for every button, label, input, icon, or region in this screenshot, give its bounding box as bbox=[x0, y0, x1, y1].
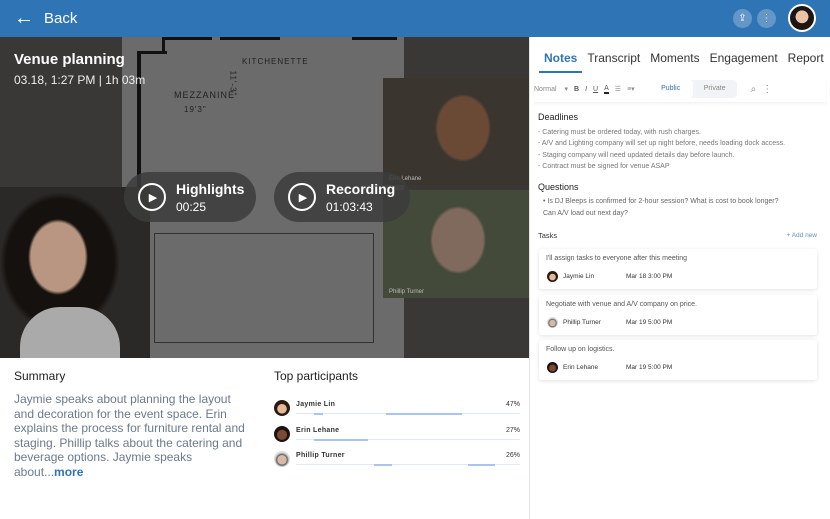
tab-engagement[interactable]: Engagement bbox=[705, 37, 783, 73]
play-icon: ▶ bbox=[288, 183, 316, 211]
play-icon: ▶ bbox=[138, 183, 166, 211]
user-avatar[interactable] bbox=[788, 4, 816, 32]
avatar bbox=[274, 400, 290, 416]
note-line: - Staging company will need updated deta… bbox=[538, 151, 735, 159]
search-icon[interactable]: ⌕ bbox=[751, 84, 757, 95]
add-task-button[interactable]: + Add new bbox=[786, 232, 817, 239]
more-vertical-icon[interactable]: ⋮ bbox=[757, 9, 776, 28]
tab-transcript[interactable]: Transcript bbox=[582, 37, 645, 73]
note-line: Can A/V load out next day? bbox=[543, 209, 628, 217]
more-vertical-icon[interactable]: ⋮ bbox=[762, 84, 772, 95]
more-link[interactable]: more bbox=[54, 465, 83, 479]
participant-row: Erin Lehane 27% bbox=[274, 426, 520, 446]
underline-button[interactable]: U bbox=[593, 86, 598, 93]
back-label: Back bbox=[44, 9, 78, 27]
align-icon[interactable]: ≡▾ bbox=[627, 85, 635, 93]
top-bar: ← Back ⇪ ⋮ bbox=[0, 0, 830, 37]
note-line: • Is DJ Bleeps is confirmed for 2-hour s… bbox=[543, 198, 779, 205]
avatar bbox=[274, 451, 290, 467]
plan-label: 11'-3" bbox=[228, 70, 238, 97]
bold-button[interactable]: B bbox=[574, 86, 579, 93]
note-line: - Catering must be ordered today, with r… bbox=[538, 128, 701, 136]
tasks-heading: Tasks bbox=[538, 231, 558, 240]
public-option[interactable]: Public bbox=[648, 80, 693, 98]
highlights-button[interactable]: ▶ Highlights 00:25 bbox=[124, 172, 256, 222]
avatar bbox=[274, 426, 290, 442]
visibility-toggle: Public Private bbox=[648, 80, 737, 98]
summary-text: Jaymie speaks about planning the layout … bbox=[14, 392, 245, 479]
panel-divider bbox=[529, 37, 530, 519]
task-card[interactable]: Follow up on logistics. Erin Lehane Mar 1… bbox=[539, 340, 817, 380]
avatar bbox=[547, 362, 558, 373]
tab-notes[interactable]: Notes bbox=[539, 37, 583, 73]
participant-tile[interactable]: Erin Lehane bbox=[383, 78, 529, 185]
participant-row: Jaymie Lin 47% bbox=[274, 400, 520, 420]
plan-label: 19'3" bbox=[184, 105, 207, 114]
tab-moments[interactable]: Moments bbox=[645, 37, 704, 73]
task-card[interactable]: I'll assign tasks to everyone after this… bbox=[539, 249, 817, 289]
avatar bbox=[547, 271, 558, 282]
tab-report[interactable]: Report bbox=[783, 37, 829, 73]
notes-content[interactable]: Deadlines - Catering must be ordered tod… bbox=[538, 112, 823, 219]
speaker-video bbox=[0, 187, 150, 358]
italic-button[interactable]: I bbox=[585, 86, 587, 93]
deadlines-heading: Deadlines bbox=[538, 112, 579, 122]
text-style-select[interactable]: Normal ▾ bbox=[534, 85, 568, 93]
text-color-button[interactable]: A bbox=[604, 85, 609, 94]
recording-button[interactable]: ▶ Recording 01:03:43 bbox=[274, 172, 410, 222]
video-player[interactable]: KITCHENETTE MEZZANINE 19'3" 11'-3" Erin … bbox=[0, 37, 529, 358]
participant-row: Phillip Turner 26% bbox=[274, 451, 520, 471]
plan-label: MEZZANINE bbox=[174, 90, 236, 100]
list-icon[interactable]: ☰ bbox=[615, 85, 621, 93]
top-participants-heading: Top participants bbox=[274, 369, 359, 383]
task-card[interactable]: Negotiate with venue and A/V company on … bbox=[539, 295, 817, 335]
summary-heading: Summary bbox=[14, 369, 66, 383]
editor-toolbar: Normal ▾ B I U A ☰ ≡▾ Public Private ⌕ ⋮ bbox=[534, 76, 826, 102]
meeting-meta: 03.18, 1:27 PM | 1h 03m bbox=[14, 73, 146, 87]
share-icon[interactable]: ⇪ bbox=[733, 9, 752, 28]
plan-label: KITCHENETTE bbox=[242, 57, 309, 66]
avatar bbox=[547, 317, 558, 328]
private-option[interactable]: Private bbox=[693, 80, 737, 98]
back-button[interactable]: ← Back bbox=[14, 8, 77, 28]
note-line: - A/V and Lighting company will set up n… bbox=[538, 140, 786, 147]
note-line: - Contract must be signed for venue ASAP bbox=[538, 163, 670, 170]
meeting-title: Venue planning bbox=[14, 51, 125, 68]
questions-heading: Questions bbox=[538, 181, 579, 192]
tab-bar: Notes Transcript Moments Engagement Repo… bbox=[530, 37, 830, 73]
arrow-left-icon: ← bbox=[14, 7, 34, 29]
